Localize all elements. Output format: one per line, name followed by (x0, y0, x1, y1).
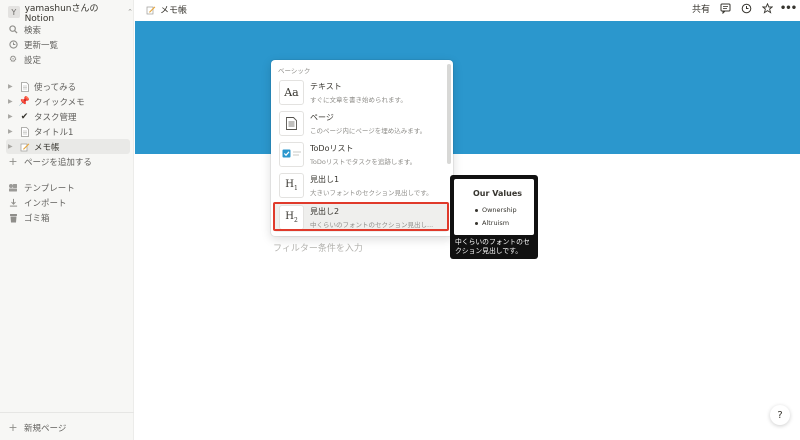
selection-highlight-box (273, 202, 449, 231)
sidebar-updates[interactable]: 更新一覧 (6, 37, 130, 52)
memo-icon (19, 142, 30, 152)
sidebar-import-label: インポート (24, 198, 67, 209)
expand-triangle-icon[interactable]: ▶ (8, 143, 16, 150)
new-page-button[interactable]: + 新規ページ (6, 420, 130, 435)
help-button[interactable]: ? (770, 405, 790, 425)
search-icon (8, 25, 18, 35)
workspace-switcher[interactable]: Y yamashunさんのNotion ⌃ (8, 4, 133, 24)
preview-title: Our Values (473, 189, 523, 198)
plus-icon: + (8, 421, 18, 434)
topbar: メモ帳 共有 ••• (135, 0, 800, 20)
text-block-icon: Aa (279, 79, 304, 105)
plus-icon: + (8, 155, 18, 168)
sidebar-item-tasks[interactable]: ▶ ✔ タスク管理 (6, 109, 130, 124)
star-icon[interactable] (761, 3, 773, 15)
sidebar-trash-label: ゴミ箱 (24, 213, 50, 224)
filter-input[interactable]: フィルター条件を入力 (273, 241, 363, 254)
sidebar-item-title1[interactable]: ▶ タイトル1 (6, 124, 130, 139)
page-block-icon (279, 110, 304, 136)
sidebar-templates[interactable]: テンプレート (6, 180, 130, 195)
menu-item-heading1[interactable]: H1 見出し1 大きいフォントのセクション見出しです。 (274, 170, 448, 200)
template-icon (8, 183, 18, 193)
sidebar-item-label: 使ってみる (34, 82, 77, 93)
preview-bullet: Ownership (475, 206, 517, 214)
menu-item-title: ページ (310, 112, 334, 122)
breadcrumb-label: メモ帳 (160, 6, 188, 16)
menu-item-desc: すぐに文章を書き始められます。 (310, 95, 407, 104)
comment-icon[interactable] (719, 3, 731, 15)
memo-icon (145, 5, 156, 15)
page-cover[interactable] (135, 21, 800, 154)
add-page-button[interactable]: + ページを追加する (6, 154, 130, 169)
menu-item-desc: 大きいフォントのセクション見出しです。 (310, 188, 433, 197)
sidebar-item-label: タイトル1 (34, 127, 74, 138)
sidebar-item-label: タスク管理 (34, 112, 77, 123)
sidebar-item-quickmemo[interactable]: ▶ 📌 クイックメモ (6, 94, 130, 109)
preview-bullet: Altruism (475, 219, 509, 227)
more-icon[interactable]: ••• (780, 3, 797, 15)
todo-block-icon (279, 141, 304, 167)
expand-triangle-icon[interactable]: ▶ (8, 98, 16, 105)
breadcrumb[interactable]: メモ帳 (145, 3, 187, 16)
menu-item-title: ToDoリスト (310, 143, 354, 153)
menu-section-label: ベーシック (278, 67, 311, 75)
expand-triangle-icon[interactable]: ▶ (8, 113, 16, 120)
topbar-actions: 共有 ••• (692, 2, 797, 15)
pushpin-icon: 📌 (18, 96, 31, 107)
sidebar-import[interactable]: インポート (6, 195, 130, 210)
sidebar-templates-label: テンプレート (24, 183, 75, 194)
heading1-block-icon: H1 (279, 172, 304, 198)
menu-item-text[interactable]: Aa テキスト すぐに文章を書き始められます。 (274, 77, 448, 107)
menu-item-todo[interactable]: ToDoリスト ToDoリストでタスクを追跡します。 (274, 139, 448, 169)
clock-icon (8, 40, 18, 50)
preview-caption: 中くらいのフォントのセクション見出しです。 (455, 238, 530, 255)
sidebar-item-label: クイックメモ (34, 97, 85, 108)
add-page-label: ページを追加する (24, 157, 92, 168)
bullet-icon (475, 221, 478, 225)
sidebar-updates-label: 更新一覧 (24, 40, 59, 51)
checkmark-icon: ✔ (20, 111, 29, 122)
menu-item-title: テキスト (310, 81, 342, 91)
new-page-label: 新規ページ (24, 423, 67, 434)
sidebar-search-label: 検索 (24, 25, 42, 36)
workspace-avatar: Y (8, 6, 20, 18)
sidebar-item-label: メモ帳 (34, 142, 60, 153)
block-preview-tooltip: Our Values Ownership Altruism 中くらいのフォントの… (450, 175, 538, 259)
sidebar-trash[interactable]: ゴミ箱 (6, 210, 130, 225)
share-button[interactable]: 共有 (692, 2, 710, 15)
menu-item-title: 見出し1 (310, 174, 340, 184)
chevron-updown-icon: ⌃ (127, 8, 133, 16)
sidebar-settings[interactable]: ⚙ 設定 (6, 52, 130, 67)
divider (0, 412, 134, 413)
gear-icon: ⚙ (8, 54, 18, 65)
workspace-name: yamashunさんのNotion (24, 3, 99, 24)
sidebar: Y yamashunさんのNotion ⌃ 検索 更新一覧 ⚙ 設定 ▶ 使って… (0, 0, 134, 440)
preview-bullet-text: Ownership (482, 206, 517, 214)
expand-triangle-icon[interactable]: ▶ (8, 83, 16, 90)
sidebar-item-memo[interactable]: ▶ メモ帳 (6, 139, 130, 154)
trash-icon (8, 213, 18, 223)
import-icon (8, 198, 18, 208)
page-icon (19, 81, 30, 92)
preview-card: Our Values Ownership Altruism (454, 179, 534, 235)
menu-item-desc: このページ内にページを埋め込みます。 (310, 126, 427, 135)
bullet-icon (475, 208, 478, 212)
sidebar-search[interactable]: 検索 (6, 22, 130, 37)
sidebar-item-tsukattemiru[interactable]: ▶ 使ってみる (6, 79, 130, 94)
preview-bullet-text: Altruism (482, 219, 510, 227)
history-icon[interactable] (740, 3, 752, 15)
menu-item-page[interactable]: ページ このページ内にページを埋め込みます。 (274, 108, 448, 138)
menu-item-desc: ToDoリストでタスクを追跡します。 (310, 157, 417, 166)
page-icon (19, 126, 30, 137)
expand-triangle-icon[interactable]: ▶ (8, 128, 16, 135)
sidebar-settings-label: 設定 (24, 55, 42, 66)
